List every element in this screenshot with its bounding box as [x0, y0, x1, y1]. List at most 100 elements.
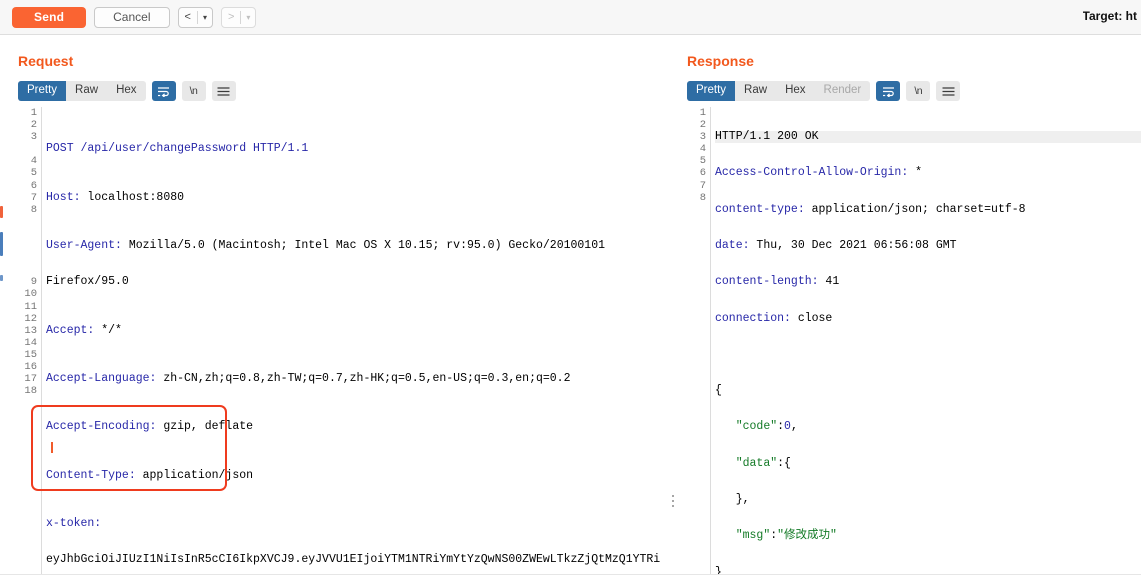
send-button[interactable]: Send — [12, 6, 87, 28]
request-hamburger-menu-icon[interactable] — [211, 81, 236, 101]
line-number: 8 — [30, 203, 37, 216]
response-line-numbers: 1 2 3 4 5 6 7 8 — [687, 107, 709, 264]
header-name: date: — [715, 239, 750, 253]
header-value: */* — [94, 323, 122, 337]
response-body-code: "code":0, — [715, 421, 1141, 433]
request-title: Request — [18, 53, 74, 69]
response-status-line: HTTP/1.1 200 OK — [715, 131, 1141, 144]
header-name: content-length: — [715, 275, 819, 289]
json-separator: : — [777, 420, 785, 434]
line-number: 4 — [699, 143, 706, 156]
request-view-tabs: Pretty Raw Hex — [18, 81, 146, 101]
tab-response-hex[interactable]: Hex — [776, 81, 814, 101]
json-comma: , — [790, 420, 798, 434]
request-gutter-rule — [41, 107, 42, 575]
json-brace: }, — [735, 493, 750, 506]
header-name: connection: — [715, 311, 791, 325]
line-number: 3 — [699, 131, 706, 144]
line-number: 16 — [24, 360, 37, 373]
chevron-down-icon[interactable]: ▾ — [198, 8, 212, 27]
request-panel: Request Pretty Raw Hex \n 1 2 3 4 5 6 7 … — [10, 35, 679, 575]
header-line: Content-Type: application/json — [46, 468, 679, 482]
response-code[interactable]: HTTP/1.1 200 OK Access-Control-Allow-Ori… — [715, 107, 1141, 575]
line-number — [687, 252, 709, 264]
request-newline-toggle[interactable]: \n — [181, 81, 206, 101]
json-separator: :{ — [777, 456, 791, 470]
line-number — [18, 240, 40, 252]
chevron-down-icon[interactable]: ▾ — [241, 8, 255, 27]
header-name: content-type: — [715, 202, 805, 216]
token-line: eyJhbGciOiJIUzI1NiIsInR5cCI6IkpXVCJ9.eyJ… — [46, 553, 661, 567]
dot — [672, 495, 674, 497]
header-value: close — [790, 311, 833, 325]
header-name: Access-Control-Allow-Origin: — [715, 166, 909, 180]
request-method-line: POST /api/user/changePassword HTTP/1.1 — [46, 142, 309, 156]
line-number: 2 — [699, 119, 706, 132]
header-value: zh-CN,zh;q=0.8,zh-TW;q=0.7,zh-HK;q=0.5,e… — [156, 372, 571, 386]
line-number: 11 — [24, 300, 37, 313]
line-number: 8 — [699, 191, 706, 204]
header-name: Content-Type: — [46, 468, 136, 482]
cancel-button[interactable]: Cancel — [94, 6, 170, 28]
response-editor[interactable]: 1 2 3 4 5 6 7 8 HTTP/1.1 200 OK Access-C… — [687, 107, 1141, 575]
header-value: application/json; charset=utf-8 — [804, 202, 1026, 216]
response-gutter-rule — [710, 107, 711, 575]
next-request-button[interactable]: > ▾ — [220, 6, 257, 28]
line-number: 5 — [30, 167, 37, 180]
json-key: "data" — [735, 456, 778, 470]
line-number: 4 — [30, 155, 37, 168]
header-line: content-type: application/json; charset=… — [715, 202, 1141, 216]
brace: { — [715, 384, 722, 398]
line-number — [18, 252, 40, 264]
header-line: User-Agent: Mozilla/5.0 (Macintosh; Inte… — [46, 239, 679, 252]
response-body-data-open: "data":{ — [715, 456, 1141, 470]
header-line: connection: close — [715, 311, 1141, 325]
response-hamburger-menu-icon[interactable] — [936, 81, 961, 101]
line-number: 1 — [30, 107, 37, 119]
header-name: Accept-Language: — [46, 372, 157, 386]
line-number — [18, 143, 40, 155]
request-line: POST /api/user/changePassword HTTP/1.1 — [46, 143, 679, 155]
line-number — [687, 240, 709, 252]
response-body-data-close: }, — [715, 493, 1141, 506]
response-view-tabs: Pretty Raw Hex Render — [687, 81, 871, 101]
header-line: Host: localhost:8080 — [46, 191, 679, 204]
prev-request-button[interactable]: < ▾ — [177, 6, 213, 28]
response-wrap-lines-icon[interactable] — [876, 81, 901, 101]
request-code[interactable]: POST /api/user/changePassword HTTP/1.1 H… — [46, 107, 679, 575]
line-number: 7 — [699, 179, 706, 192]
tab-request-pretty[interactable]: Pretty — [18, 81, 67, 101]
response-tabstrip: Pretty Raw Hex Render \n — [687, 81, 961, 101]
tab-request-hex[interactable]: Hex — [107, 81, 145, 101]
json-key: "code" — [735, 420, 778, 434]
header-name: Accept: — [46, 323, 95, 337]
tab-response-pretty[interactable]: Pretty — [687, 81, 736, 101]
request-editor[interactable]: 1 2 3 4 5 6 7 8 9 10 11 12 13 14 15 16 1… — [18, 107, 679, 575]
request-line-numbers: 1 2 3 4 5 6 7 8 9 10 11 12 13 14 15 16 1… — [18, 107, 40, 397]
panel-resize-handle[interactable] — [672, 495, 674, 507]
target-label: Target: ht — [1082, 9, 1137, 23]
request-wrap-lines-icon[interactable] — [151, 81, 176, 101]
header-line: Accept-Language: zh-CN,zh;q=0.8,zh-TW;q=… — [46, 373, 679, 385]
response-panel: Response Pretty Raw Hex Render \n 1 2 3 … — [679, 35, 1141, 575]
tab-request-raw[interactable]: Raw — [66, 81, 107, 101]
line-number — [687, 216, 709, 228]
header-value: 41 — [818, 275, 840, 289]
dot — [672, 505, 674, 507]
text-caret — [51, 442, 53, 453]
request-tabstrip: Pretty Raw Hex \n — [18, 81, 236, 101]
tab-response-render[interactable]: Render — [815, 81, 871, 101]
line-number: 14 — [24, 336, 37, 349]
header-line: content-length: 41 — [715, 276, 1141, 288]
header-line: x-token: — [46, 518, 679, 530]
tab-response-raw[interactable]: Raw — [735, 81, 776, 101]
line-number: 13 — [24, 324, 37, 337]
line-number: 12 — [24, 312, 37, 325]
dot — [672, 500, 674, 502]
response-newline-toggle[interactable]: \n — [906, 81, 931, 101]
header-name: x-token: — [46, 517, 102, 531]
line-number — [687, 228, 709, 240]
